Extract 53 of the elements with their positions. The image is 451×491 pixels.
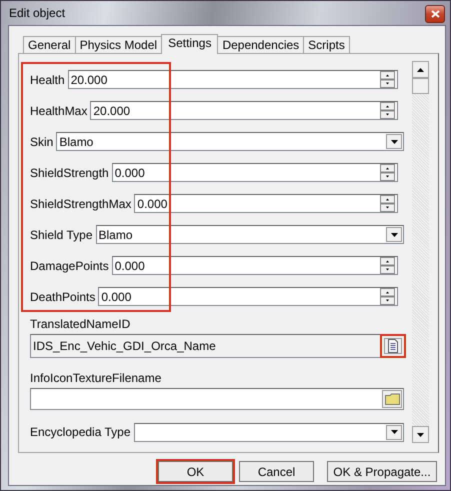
spin-field[interactable]: 0.000 <box>98 287 398 306</box>
spin-field[interactable]: 20.000 <box>68 70 398 89</box>
dialog-button[interactable]: OK <box>158 461 233 482</box>
browse-button[interactable] <box>382 390 402 408</box>
tab[interactable]: Settings <box>161 34 218 54</box>
text-field[interactable] <box>30 388 404 410</box>
dialog-button[interactable]: OK & Propagate... <box>327 461 437 482</box>
field-label: Shield Type <box>30 228 92 242</box>
close-icon <box>430 10 440 18</box>
tab[interactable]: Physics Model <box>74 36 162 53</box>
spin-buttons[interactable] <box>380 257 395 274</box>
spin-buttons[interactable] <box>380 164 395 181</box>
spin-field[interactable]: 0.000 <box>112 256 398 275</box>
dropdown-arrow-icon <box>390 430 398 434</box>
field-label: HealthMax <box>30 104 88 118</box>
dropdown-field[interactable]: Blamo <box>56 132 404 151</box>
scroll-down-button[interactable] <box>412 426 429 443</box>
close-button[interactable] <box>425 5 445 23</box>
field-label: Encyclopedia Type <box>30 425 131 439</box>
spin-field[interactable]: 0.000 <box>112 163 398 182</box>
scrollbar[interactable] <box>412 61 429 443</box>
dropdown-arrow-icon <box>390 140 398 144</box>
tab[interactable]: Dependencies <box>217 36 304 53</box>
dropdown-arrow-icon <box>390 232 398 236</box>
spin-buttons[interactable] <box>380 71 395 88</box>
folder-icon <box>384 393 400 405</box>
dropdown-field[interactable]: Blamo <box>96 225 404 244</box>
dropdown-button[interactable] <box>386 227 402 242</box>
document-icon <box>387 339 399 353</box>
spin-field[interactable]: 20.000 <box>90 101 398 120</box>
window-title: Edit object <box>9 6 66 20</box>
tab[interactable]: General <box>23 36 76 53</box>
up-arrow-icon <box>417 68 424 72</box>
spin-buttons[interactable] <box>380 195 395 212</box>
field-label: TranslatedNameID <box>30 316 132 332</box>
field-label: Health <box>30 72 65 86</box>
scroll-thumb[interactable] <box>412 78 429 94</box>
spin-buttons[interactable] <box>380 102 395 119</box>
dialog-button[interactable]: Cancel <box>239 461 314 482</box>
field-label: Skin <box>30 134 54 148</box>
dropdown-field[interactable] <box>134 422 404 442</box>
field-label: DamagePoints <box>30 258 109 272</box>
down-arrow-icon <box>417 432 424 436</box>
spin-field[interactable]: 0.000 <box>134 194 398 213</box>
spin-buttons[interactable] <box>380 288 395 305</box>
tab[interactable]: Scripts <box>303 36 350 53</box>
field-label: ShieldStrengthMax <box>30 196 132 210</box>
field-label: DeathPoints <box>30 290 96 304</box>
field-label: InfoIconTextureFilename <box>30 370 162 386</box>
field-label: ShieldStrength <box>30 166 109 180</box>
scroll-up-button[interactable] <box>412 61 429 78</box>
dropdown-button[interactable] <box>386 424 402 440</box>
dropdown-button[interactable] <box>386 134 402 149</box>
